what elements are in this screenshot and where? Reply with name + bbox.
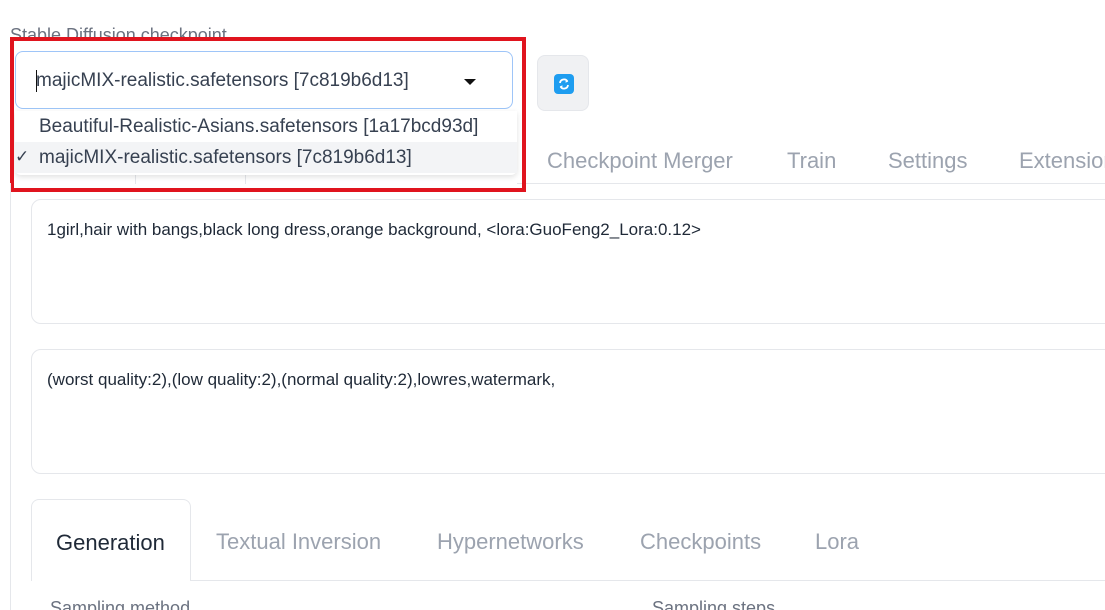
check-icon: ✓ bbox=[15, 147, 30, 166]
negative-prompt-text: (worst quality:2),(low quality:2),(norma… bbox=[47, 370, 556, 389]
refresh-checkpoints-button[interactable] bbox=[537, 55, 589, 111]
tabs-underline bbox=[517, 183, 1105, 184]
chevron-down-icon[interactable] bbox=[464, 79, 476, 85]
bottom-tabs-underline bbox=[31, 580, 1105, 581]
checkpoint-select[interactable]: majicMIX-realistic.safetensors [7c819b6d… bbox=[15, 51, 513, 109]
tab-divider bbox=[135, 175, 136, 184]
checkpoint-label: Stable Diffusion checkpoint bbox=[10, 25, 227, 38]
tab-generation[interactable]: Generation bbox=[31, 499, 191, 581]
checkpoint-selected-value: majicMIX-realistic.safetensors [7c819b6d… bbox=[36, 70, 409, 91]
page: Stable Diffusion checkpoint majicMIX-rea… bbox=[0, 0, 1105, 610]
tab-checkpoints[interactable]: Checkpoints bbox=[640, 529, 761, 555]
tab-hypernetworks[interactable]: Hypernetworks bbox=[437, 529, 584, 555]
sampling-method-label: Sampling method bbox=[50, 598, 191, 610]
tab-textual-inversion[interactable]: Textual Inversion bbox=[216, 529, 381, 555]
tab-lora[interactable]: Lora bbox=[815, 529, 859, 555]
tab-settings[interactable]: Settings bbox=[888, 148, 968, 174]
option-label: majicMIX-realistic.safetensors [7c819b6d… bbox=[39, 147, 412, 168]
tab-generation-label: Generation bbox=[56, 530, 165, 555]
negative-prompt-textarea[interactable]: (worst quality:2),(low quality:2),(norma… bbox=[31, 349, 1105, 474]
refresh-icon bbox=[554, 74, 574, 94]
checkpoint-dropdown-list: Beautiful-Realistic-Asians.safetensors [… bbox=[15, 111, 517, 175]
tab-train[interactable]: Train bbox=[787, 148, 836, 174]
prompt-text: 1girl,hair with bangs,black long dress,o… bbox=[47, 220, 701, 239]
sampling-steps-label: Sampling steps bbox=[652, 598, 776, 610]
tab-extensions[interactable]: Extensions bbox=[1019, 148, 1105, 174]
prompt-textarea[interactable]: 1girl,hair with bangs,black long dress,o… bbox=[31, 199, 1105, 324]
dropdown-option[interactable]: Beautiful-Realistic-Asians.safetensors [… bbox=[15, 111, 517, 142]
tab-checkpoint-merger[interactable]: Checkpoint Merger bbox=[547, 148, 733, 174]
dropdown-option-selected[interactable]: ✓ majicMIX-realistic.safetensors [7c819b… bbox=[15, 142, 517, 173]
panel-border bbox=[10, 183, 11, 610]
tab-divider bbox=[245, 175, 246, 184]
option-label: Beautiful-Realistic-Asians.safetensors [… bbox=[39, 116, 479, 137]
